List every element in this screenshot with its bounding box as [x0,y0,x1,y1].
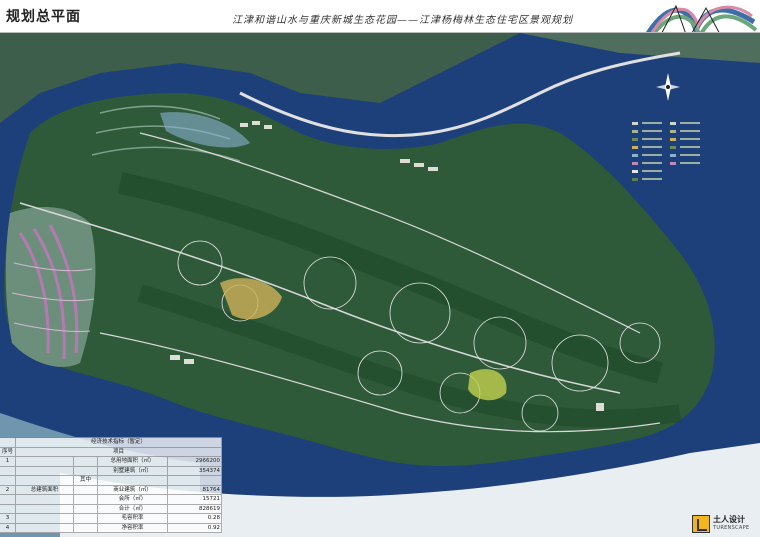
table-row: 会所（㎡） 15721 [0,495,222,505]
table-row: 合计（㎡） 828619 [0,504,222,514]
table-caption-row: 经济技术指标（暂定） [0,438,222,448]
brand-logo: 土人设计 TURENSCAPE [692,513,758,535]
table-row: 别墅建筑（㎡） 354374 [0,466,222,476]
table-caption: 经济技术指标（暂定） [16,438,222,447]
header-item: 项目 [16,447,222,456]
table-row: 4 净容积率 0.92 [0,523,222,533]
table-row: 3 毛容积率 0.28 [0,514,222,524]
economic-indicators-table: 经济技术指标（暂定） 序号 项目 1 总用地面积（㎡） 2966200 别墅建筑… [0,437,222,533]
turenscape-logo-icon [692,515,710,533]
header-no: 序号 [0,447,16,456]
table-header-row: 序号 项目 [0,447,222,457]
page-subtitle: 江津和谐山水与重庆新城生态花园——江津杨梅林生态住宅区景观规划 [232,15,573,26]
map-legend [632,122,700,181]
page-title: 规划总平面 [6,9,81,25]
brand-name-cn: 土人设计 [713,515,745,524]
brand-name-en: TURENSCAPE [713,525,750,531]
legend-swatches [632,122,700,181]
table-row: 其中 [0,476,222,486]
table-row: 2 总建筑面积 商业建筑（㎡） 81764 [0,485,222,495]
table-row: 1 总用地面积（㎡） 2966200 [0,457,222,467]
